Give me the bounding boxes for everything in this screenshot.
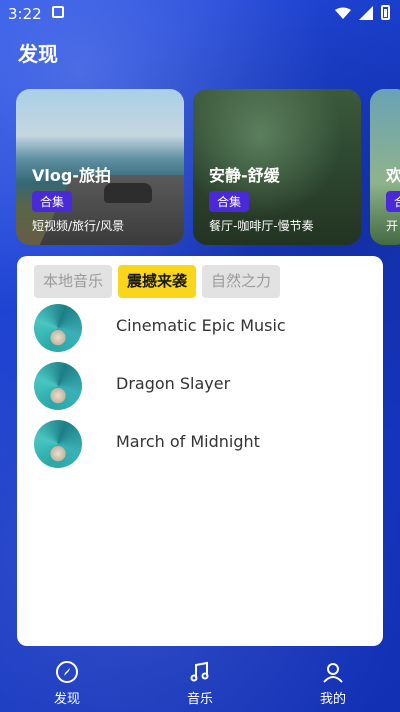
category-tabs: 本地音乐 震撼来袭 自然之力 bbox=[34, 265, 281, 298]
playlist-card-title: 安静-舒缓 bbox=[209, 166, 280, 185]
list-item[interactable]: Cinematic Epic Music bbox=[34, 304, 374, 362]
nav-profile[interactable]: 我的 bbox=[303, 660, 363, 707]
playlist-card-tags: 餐厅-咖啡厅-慢节奏 bbox=[209, 219, 314, 233]
battery-icon bbox=[381, 5, 390, 20]
collection-badge: 合 bbox=[386, 191, 400, 212]
collection-badge: 合集 bbox=[32, 191, 73, 212]
song-cover-image bbox=[34, 362, 82, 410]
nav-discover[interactable]: 发现 bbox=[37, 660, 97, 707]
signal-icon bbox=[359, 5, 373, 20]
song-list: Cinematic Epic Music Dragon Slayer March… bbox=[34, 304, 374, 478]
profile-icon bbox=[323, 663, 343, 683]
wifi-icon bbox=[335, 7, 351, 19]
song-title: Dragon Slayer bbox=[116, 374, 231, 393]
list-item[interactable]: Dragon Slayer bbox=[34, 362, 374, 420]
notification-icon bbox=[52, 6, 64, 18]
status-bar: 3:22 bbox=[0, 0, 400, 28]
song-title: Cinematic Epic Music bbox=[116, 316, 286, 335]
nav-music[interactable]: 音乐 bbox=[170, 660, 230, 707]
page-title: 发现 bbox=[18, 42, 58, 66]
song-cover-image bbox=[34, 304, 82, 352]
playlist-card-vlog[interactable]: Vlog-旅拍 合集 短视频/旅行/风景 bbox=[16, 89, 184, 245]
status-icons bbox=[335, 5, 390, 20]
playlist-card-calm[interactable]: 安静-舒缓 合集 餐厅-咖啡厅-慢节奏 bbox=[193, 89, 361, 245]
playlist-card-tags: 短视频/旅行/风景 bbox=[32, 219, 125, 233]
tab-local-music[interactable]: 本地音乐 bbox=[34, 265, 113, 298]
playlist-card-tags: 开 bbox=[386, 219, 399, 233]
music-panel: 本地音乐 震撼来袭 自然之力 Cinematic Epic Music Drag… bbox=[17, 256, 383, 646]
collection-badge: 合集 bbox=[209, 191, 250, 212]
playlist-card-partial[interactable]: 欢 合 开 bbox=[370, 89, 400, 245]
playlist-card-title: 欢 bbox=[386, 166, 400, 185]
tab-epic[interactable]: 震撼来袭 bbox=[118, 265, 197, 298]
nav-label: 我的 bbox=[319, 692, 346, 707]
playlist-card-title: Vlog-旅拍 bbox=[32, 166, 111, 185]
compass-icon bbox=[56, 661, 78, 683]
tab-nature[interactable]: 自然之力 bbox=[202, 265, 281, 298]
song-cover-image bbox=[34, 420, 82, 468]
nav-label: 发现 bbox=[53, 692, 80, 707]
bottom-nav: 发现 音乐 我的 bbox=[0, 652, 400, 712]
nav-label: 音乐 bbox=[186, 692, 213, 707]
song-title: March of Midnight bbox=[116, 432, 260, 451]
list-item[interactable]: March of Midnight bbox=[34, 420, 374, 478]
status-time: 3:22 bbox=[8, 5, 42, 23]
music-note-icon bbox=[190, 661, 209, 682]
playlist-carousel[interactable]: Vlog-旅拍 合集 短视频/旅行/风景 安静-舒缓 合集 餐厅-咖啡厅-慢节奏… bbox=[16, 89, 400, 245]
